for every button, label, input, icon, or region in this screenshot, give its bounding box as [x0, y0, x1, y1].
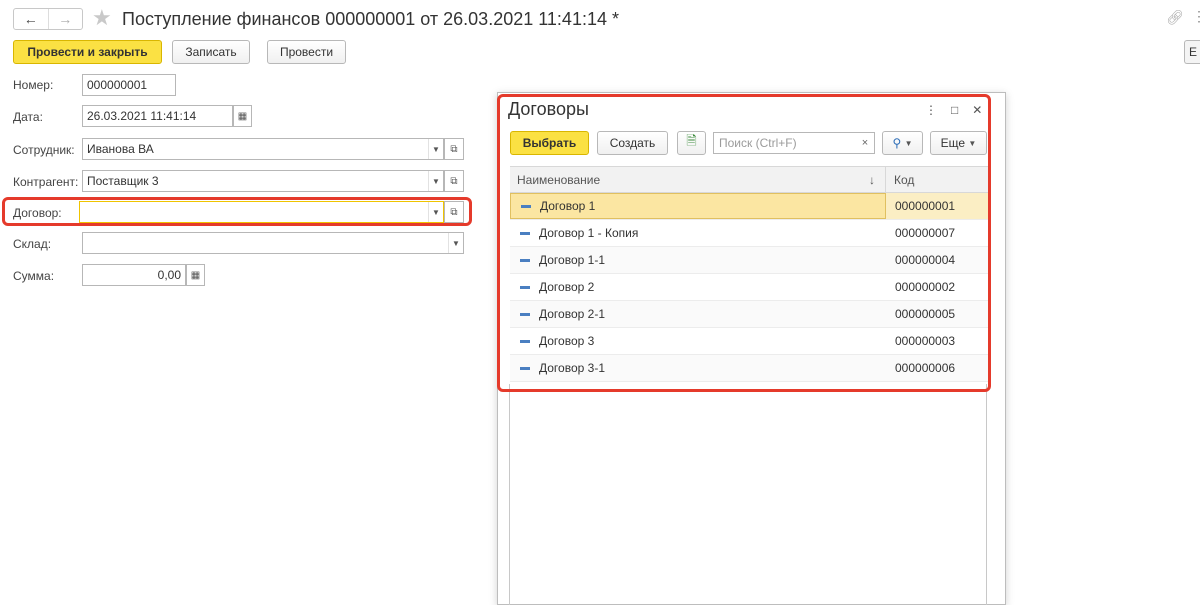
- chevron-down-icon[interactable]: ▼: [428, 171, 443, 191]
- amount-label: Сумма:: [13, 269, 55, 283]
- more-vertical-icon[interactable]: ⋮: [1192, 8, 1200, 25]
- number-label: Номер:: [13, 78, 54, 92]
- open-icon[interactable]: ⧉: [444, 138, 464, 160]
- popup-highlight: [497, 94, 991, 392]
- save-button[interactable]: Записать: [172, 40, 250, 64]
- page-title: Поступление финансов 000000001 от 26.03.…: [122, 9, 619, 29]
- open-icon[interactable]: ⧉: [444, 201, 464, 223]
- chevron-down-icon[interactable]: ▼: [428, 202, 443, 222]
- calendar-icon[interactable]: ▦: [233, 105, 252, 127]
- contract-field[interactable]: ▼: [79, 201, 444, 223]
- post-and-close-button[interactable]: Провести и закрыть: [13, 40, 162, 64]
- popup-divider: [509, 384, 510, 605]
- forward-arrow-icon[interactable]: →: [47, 9, 83, 29]
- date-label: Дата:: [13, 110, 43, 124]
- counterparty-value: Поставщик 3: [87, 174, 159, 188]
- counterparty-label: Контрагент:: [13, 175, 79, 189]
- chevron-down-icon[interactable]: ▼: [428, 139, 443, 159]
- number-field[interactable]: 000000001: [82, 74, 176, 96]
- right-edge-button[interactable]: Е: [1184, 40, 1200, 64]
- amount-field[interactable]: 0,00: [82, 264, 186, 286]
- warehouse-field[interactable]: ▼: [82, 232, 464, 254]
- star-icon[interactable]: ★: [92, 6, 112, 30]
- amount-value: 0,00: [157, 268, 181, 282]
- counterparty-field[interactable]: Поставщик 3 ▼: [82, 170, 444, 192]
- warehouse-label: Склад:: [13, 237, 52, 251]
- contract-label: Договор:: [13, 206, 62, 220]
- back-arrow-icon[interactable]: ←: [14, 9, 48, 29]
- link-icon[interactable]: 🔗︎: [1166, 9, 1184, 26]
- employee-label: Сотрудник:: [13, 143, 75, 157]
- date-field[interactable]: 26.03.2021 11:41:14: [82, 105, 233, 127]
- employee-value: Иванова ВА: [87, 142, 154, 156]
- date-value: 26.03.2021 11:41:14: [87, 109, 197, 123]
- chevron-down-icon[interactable]: ▼: [448, 233, 463, 253]
- number-value: 000000001: [87, 78, 148, 92]
- popup-divider: [986, 384, 987, 605]
- post-button[interactable]: Провести: [267, 40, 346, 64]
- open-icon[interactable]: ⧉: [444, 170, 464, 192]
- employee-field[interactable]: Иванова ВА ▼: [82, 138, 444, 160]
- calculator-icon[interactable]: ▦: [186, 264, 205, 286]
- navigation-buttons: ← →: [13, 8, 83, 30]
